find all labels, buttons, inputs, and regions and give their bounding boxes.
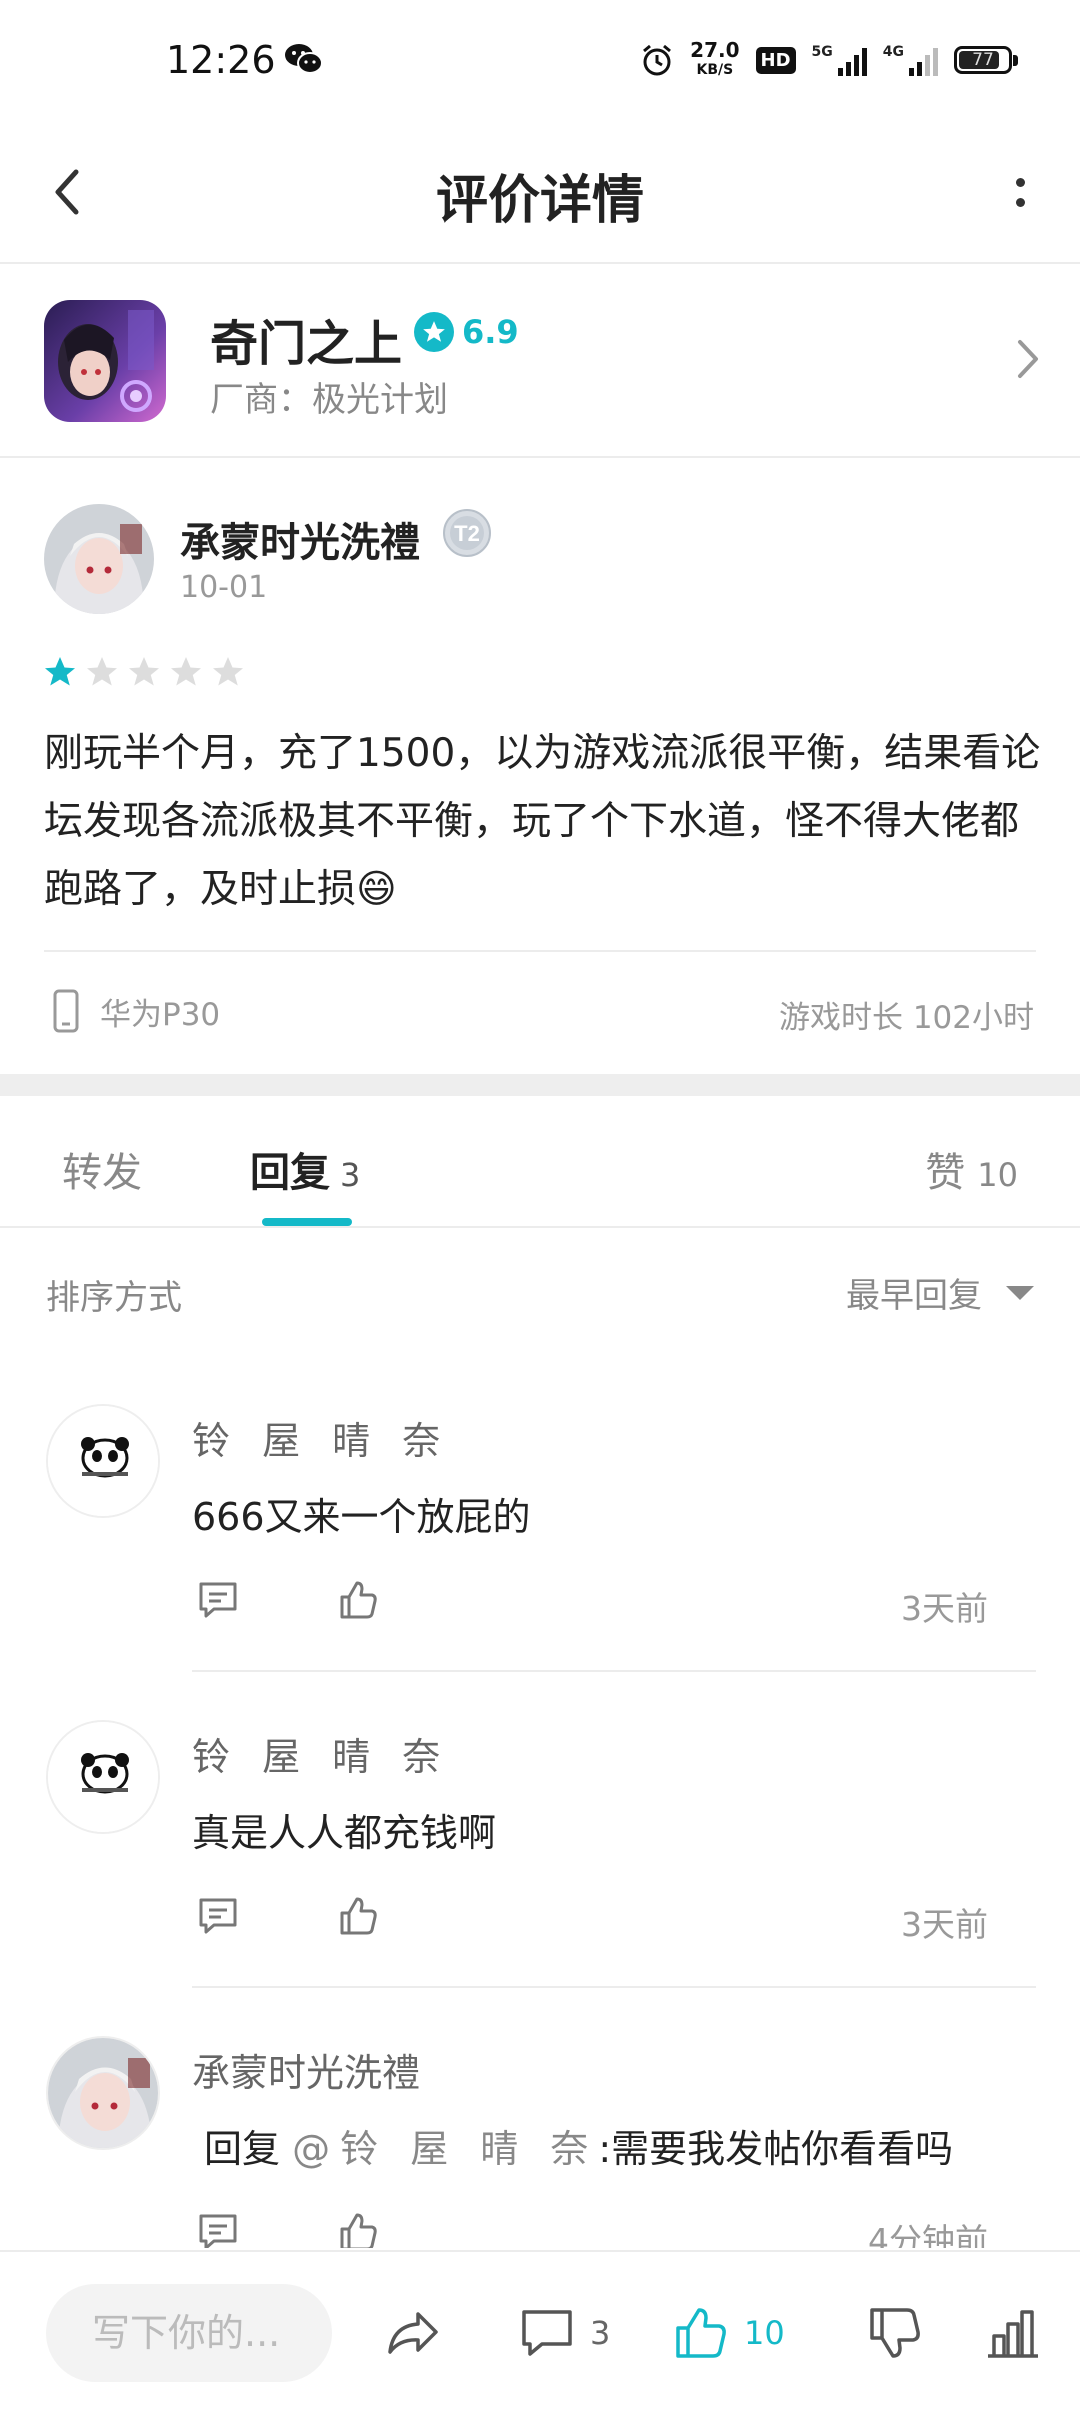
reply-actions — [196, 2210, 380, 2248]
review-playtime: 游戏时长 102小时 — [778, 1000, 1034, 1036]
reply-time: 4分钟前 — [868, 2221, 988, 2248]
divider — [44, 950, 1036, 952]
star-icon — [414, 312, 454, 352]
reply-author[interactable]: 承蒙时光洗禮 — [192, 2042, 420, 2097]
reply-actions — [196, 1894, 380, 1938]
avatar[interactable] — [46, 2036, 160, 2150]
star-empty-icon — [129, 657, 159, 686]
comment-icon — [522, 2310, 572, 2356]
review-username[interactable]: 承蒙时光洗禮 — [180, 510, 420, 568]
thumbs-down-icon — [870, 2308, 920, 2358]
divider — [192, 1986, 1036, 1988]
divider — [192, 1670, 1036, 1672]
battery-icon: 77 — [954, 46, 1018, 74]
reply-list: 铃 屋 晴 奈 666又来一个放屁的 3天前 铃 屋 晴 奈 真是人人都充钱啊 … — [0, 1358, 1080, 2248]
reply-time: 3天前 — [901, 1589, 988, 1628]
thumbs-up-icon[interactable] — [336, 2210, 380, 2248]
level-badge-icon: T2 — [442, 508, 492, 558]
stats-button[interactable] — [984, 2304, 1042, 2362]
bottom-action-bar: 写下你的... 3 10 — [0, 2250, 1080, 2412]
thumbs-up-icon[interactable] — [336, 1578, 380, 1622]
alarm-icon — [643, 44, 672, 76]
game-vendor: 厂商：极光计划 — [210, 380, 448, 420]
signal-5g-icon: 5G — [812, 44, 867, 76]
comment-icon[interactable] — [196, 2210, 240, 2248]
game-name: 奇门之上 — [210, 316, 403, 372]
signal-4g-icon: 4G — [883, 44, 938, 76]
tab-reply[interactable]: 回复 3 — [250, 1140, 360, 1198]
star-filled-icon — [45, 657, 75, 686]
wechat-icon — [285, 44, 323, 74]
review-device: 华为P30 — [52, 988, 220, 1034]
thumbs-up-icon — [676, 2308, 726, 2358]
chevron-right-icon — [1018, 340, 1038, 378]
more-options-icon[interactable] — [990, 154, 1050, 230]
thumbs-up-icon[interactable] — [336, 1894, 380, 1938]
game-rating: 6.9 — [414, 312, 519, 352]
comment-icon[interactable] — [196, 1894, 240, 1938]
reply-text: 回复 @铃 屋 晴 奈:需要我发帖你看看吗 — [204, 2127, 954, 2171]
reply-text: 真是人人都充钱啊 — [192, 1811, 497, 1855]
tab-forward[interactable]: 转发 — [62, 1140, 142, 1198]
review-date: 10-01 — [180, 570, 268, 605]
nav-bar: 评价详情 — [0, 120, 1080, 264]
compose-input[interactable]: 写下你的... — [46, 2284, 332, 2382]
bar-chart-icon — [988, 2310, 1038, 2358]
reply-author[interactable]: 铃 屋 晴 奈 — [192, 1410, 450, 1465]
dislike-button[interactable] — [866, 2304, 924, 2362]
avatar[interactable] — [46, 1404, 160, 1518]
star-empty-icon — [213, 657, 243, 686]
share-icon — [388, 2312, 438, 2354]
phone-icon — [53, 989, 79, 1033]
reply-text: 666又来一个放屁的 — [192, 1495, 531, 1539]
review-content: 刚玩半个月，充了1500，以为游戏流派很平衡，结果看论坛发现各流派极其不平衡，玩… — [44, 731, 1041, 912]
review-stars — [42, 654, 246, 690]
star-empty-icon — [87, 657, 117, 686]
share-button[interactable] — [384, 2304, 442, 2362]
reply-item: 承蒙时光洗禮 回复 @铃 屋 晴 奈:需要我发帖你看看吗 4分钟前 — [0, 1990, 1080, 2248]
status-indicators: 27.0 KB/S HD 5G 4G 77 — [640, 36, 1018, 84]
star-empty-icon — [171, 657, 201, 686]
sort-label: 排序方式 — [46, 1278, 182, 1318]
hd-badge: HD — [755, 46, 796, 74]
game-icon — [44, 300, 166, 422]
status-bar: 12:26 27.0 KB/S HD 5G 4G 77 — [0, 0, 1080, 120]
mention-link[interactable]: @铃 屋 晴 奈 — [292, 2127, 598, 2171]
reply-actions — [196, 1578, 380, 1622]
like-button[interactable]: 10 — [672, 2304, 785, 2362]
tab-like[interactable]: 赞 10 — [925, 1140, 1018, 1198]
active-tab-indicator — [262, 1218, 352, 1226]
svg-text:T2: T2 — [454, 521, 480, 546]
avatar[interactable] — [46, 1720, 160, 1834]
sort-row: 排序方式 最早回复 — [0, 1228, 1080, 1358]
reply-author[interactable]: 铃 屋 晴 奈 — [192, 1726, 450, 1781]
page-title: 评价详情 — [435, 171, 644, 231]
reply-item: 铃 屋 晴 奈 真是人人都充钱啊 3天前 — [0, 1674, 1080, 1989]
avatar[interactable] — [44, 504, 154, 614]
tab-bar: 转发 回复 3 赞 10 — [0, 1096, 1080, 1228]
caret-down-icon — [1006, 1285, 1034, 1300]
status-time: 12:26 — [166, 38, 276, 82]
reply-item: 铃 屋 晴 奈 666又来一个放屁的 3天前 — [0, 1358, 1080, 1673]
network-speed: 27.0 KB/S — [690, 38, 740, 78]
comment-button[interactable]: 3 — [518, 2304, 610, 2362]
section-divider — [0, 1074, 1080, 1096]
comment-icon[interactable] — [196, 1578, 240, 1622]
reply-time: 3天前 — [901, 1905, 988, 1944]
game-card[interactable]: 奇门之上 6.9 厂商：极光计划 — [0, 264, 1080, 458]
sort-dropdown[interactable]: 最早回复 — [846, 1268, 1034, 1317]
